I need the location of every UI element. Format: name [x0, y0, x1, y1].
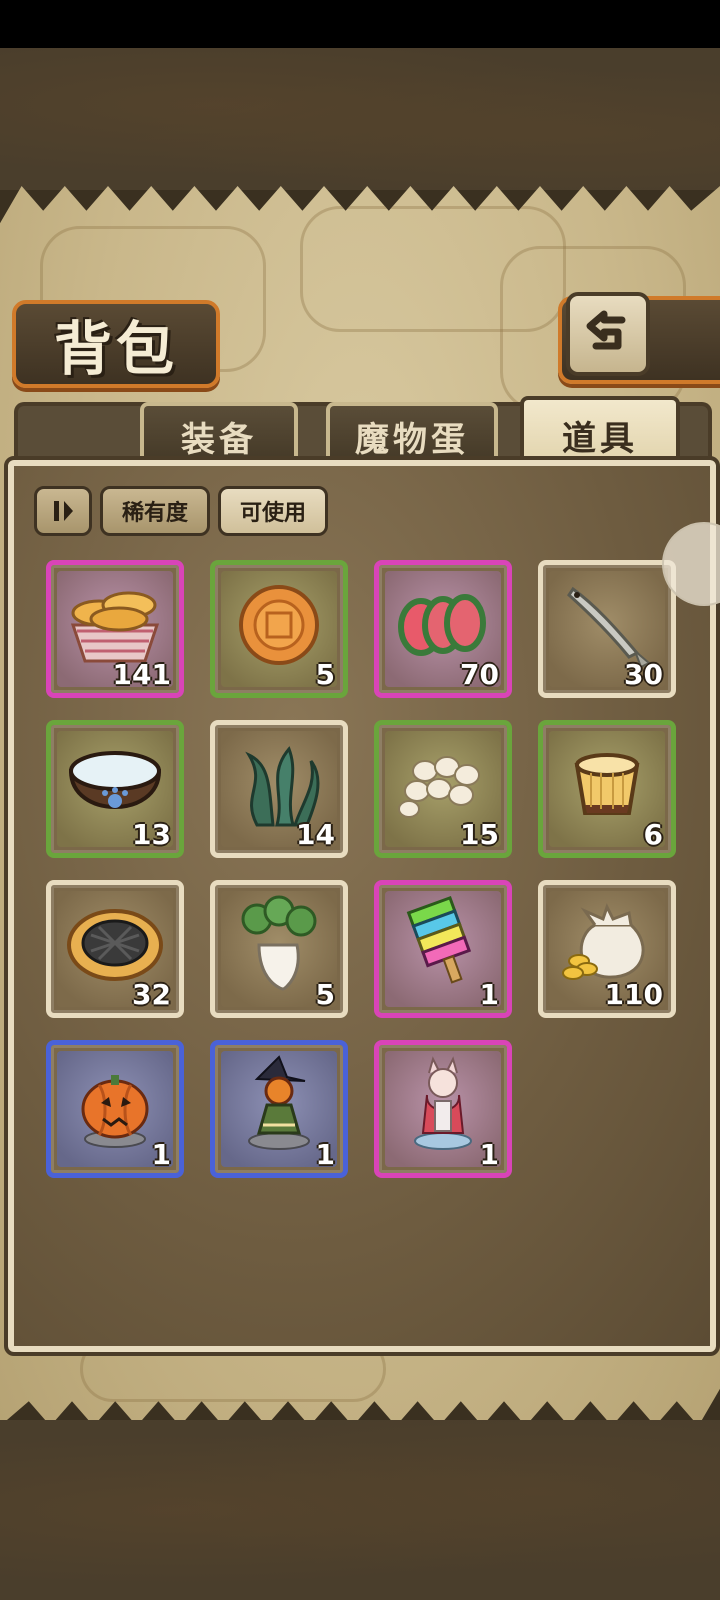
- item-slot-pudding[interactable]: 6: [538, 720, 676, 858]
- map-background-bottom: [0, 1420, 720, 1600]
- coin-sack-icon: [562, 903, 645, 980]
- popsicle-icon: [406, 895, 472, 984]
- mooncake-icon: [239, 585, 319, 665]
- item-quantity: 32: [132, 978, 171, 1011]
- waffle-cookie-icon: [67, 909, 163, 981]
- item-slot-small-fish[interactable]: 30: [538, 560, 676, 698]
- item-slot-mooncake[interactable]: 5: [210, 560, 348, 698]
- witch-figure-icon: [248, 1055, 310, 1150]
- item-quantity: 110: [604, 978, 663, 1011]
- pudding-icon: [574, 753, 640, 815]
- item-slot-seaweed[interactable]: 14: [210, 720, 348, 858]
- bread-basket-icon: [70, 591, 160, 663]
- item-quantity: 1: [479, 978, 499, 1011]
- item-quantity: 14: [296, 818, 335, 851]
- pumpkin-figure-icon: [81, 1075, 149, 1148]
- item-quantity: 141: [112, 658, 171, 691]
- item-slot-coin-sack[interactable]: 110: [538, 880, 676, 1018]
- item-slot-bread-basket[interactable]: 141: [46, 560, 184, 698]
- rarity-filter-button[interactable]: 稀有度: [100, 486, 210, 536]
- meat-slices-icon: [398, 594, 486, 656]
- tab-label: 道具: [562, 418, 638, 459]
- fox-girl-figure-icon: [414, 1056, 472, 1150]
- seaweed-icon: [245, 746, 320, 827]
- sort-toggle-button[interactable]: [34, 486, 92, 536]
- item-slot-radish[interactable]: 5: [210, 880, 348, 1018]
- map-background-top: [0, 48, 720, 190]
- fish-icon: [567, 586, 651, 669]
- item-quantity: 13: [132, 818, 171, 851]
- tab-monster-eggs[interactable]: 魔物蛋: [326, 402, 498, 466]
- rice-balls-icon: [398, 756, 480, 818]
- item-quantity: 30: [624, 658, 663, 691]
- tab-equipment[interactable]: 装备: [140, 402, 298, 466]
- radish-icon: [241, 895, 317, 991]
- item-quantity: 5: [315, 658, 335, 691]
- item-quantity: 15: [460, 818, 499, 851]
- page-title: 背包: [53, 315, 178, 383]
- tab-label: 装备: [181, 419, 257, 460]
- sort-toggle-icon: [54, 501, 73, 521]
- tab-label: 魔物蛋: [355, 419, 469, 460]
- back-button[interactable]: [566, 292, 650, 376]
- item-quantity: 70: [460, 658, 499, 691]
- item-slot-rainbow-popsicle[interactable]: 1: [374, 880, 512, 1018]
- item-quantity: 1: [151, 1138, 171, 1171]
- item-slot-meat-slices[interactable]: 70: [374, 560, 512, 698]
- water-bowl-icon: [68, 751, 162, 809]
- return-arrow-icon: [586, 310, 626, 350]
- item-quantity: 5: [315, 978, 335, 1011]
- status-bar: [0, 0, 720, 48]
- item-slot-fox-girl-figure[interactable]: 1: [374, 1040, 512, 1178]
- item-slot-pumpkin-figure[interactable]: 1: [46, 1040, 184, 1178]
- item-quantity: 1: [479, 1138, 499, 1171]
- title-plate: 背包: [12, 300, 220, 388]
- item-quantity: 1: [315, 1138, 335, 1171]
- tab-items[interactable]: 道具: [520, 396, 680, 470]
- item-quantity: 6: [643, 818, 663, 851]
- item-slot-waffle-cookie[interactable]: 32: [46, 880, 184, 1018]
- rarity-filter-label: 稀有度: [121, 501, 188, 526]
- item-slot-witch-figure[interactable]: 1: [210, 1040, 348, 1178]
- item-slot-rice-balls[interactable]: 15: [374, 720, 512, 858]
- item-slot-water-bowl[interactable]: 13: [46, 720, 184, 858]
- usable-filter-button[interactable]: 可使用: [218, 486, 328, 536]
- usable-filter-label: 可使用: [239, 501, 306, 526]
